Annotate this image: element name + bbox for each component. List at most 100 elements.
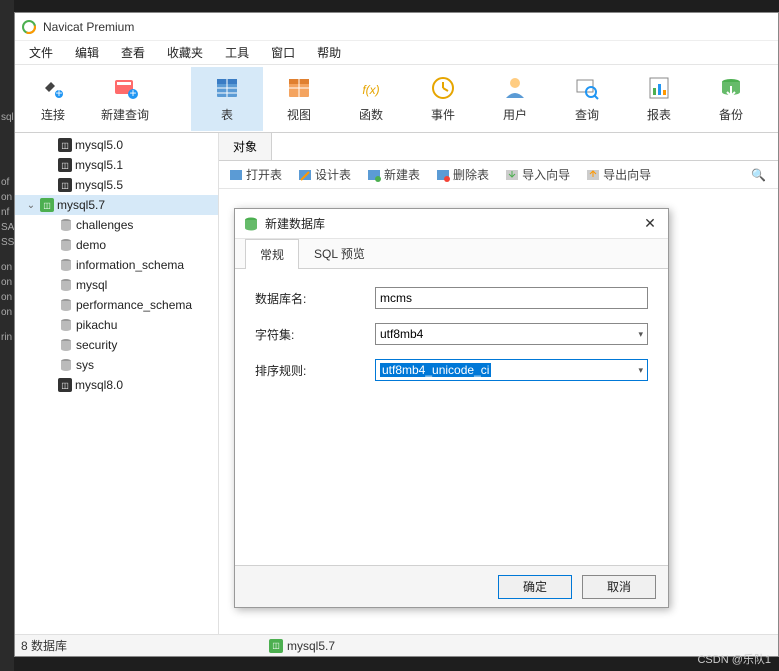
dialog-tab-general[interactable]: 常规 [245, 239, 299, 269]
navicat-logo-icon [21, 19, 37, 35]
content-tabs: 对象 [219, 133, 778, 161]
dialog-close-button[interactable]: ✕ [640, 214, 660, 234]
menu-file[interactable]: 文件 [19, 41, 63, 64]
watermark: CSDN @乐队1 [697, 651, 771, 667]
connection-icon: ◫ [58, 158, 72, 172]
database-icon [59, 318, 73, 332]
connection-icon: ◫ [58, 138, 72, 152]
titlebar: Navicat Premium [15, 13, 778, 41]
select-collation[interactable]: utf8mb4_unicode_ci ▾ [375, 359, 648, 381]
report-icon [645, 74, 673, 102]
btn-delete-table[interactable]: 删除表 [432, 164, 493, 185]
tree-conn-mysql50[interactable]: ◫mysql5.0 [15, 135, 218, 155]
dialog-footer: 确定 取消 [235, 565, 668, 607]
btn-import-wizard[interactable]: 导入向导 [501, 164, 574, 185]
database-icon [59, 338, 73, 352]
window-title: Navicat Premium [43, 20, 134, 34]
connection-tree[interactable]: ◫mysql5.0 ◫mysql5.1 ◫mysql5.5 ⌄◫mysql5.7… [15, 133, 219, 634]
input-db-name[interactable] [375, 287, 648, 309]
connection-active-icon: ◫ [269, 639, 283, 653]
export-icon [586, 168, 600, 182]
toolbar-function[interactable]: f(x) 函数 [335, 67, 407, 131]
status-connection: mysql5.7 [287, 639, 335, 653]
database-icon [59, 218, 73, 232]
toolbar-event[interactable]: 事件 [407, 67, 479, 131]
toolbar-user[interactable]: 用户 [479, 67, 551, 131]
backup-icon [717, 74, 745, 102]
menu-view[interactable]: 查看 [111, 41, 155, 64]
dialog-cancel-button[interactable]: 取消 [582, 575, 656, 599]
btn-export-wizard[interactable]: 导出向导 [582, 164, 655, 185]
tree-conn-mysql51[interactable]: ◫mysql5.1 [15, 155, 218, 175]
dialog-ok-button[interactable]: 确定 [498, 575, 572, 599]
toolbar-connect[interactable]: + 连接 [17, 67, 89, 131]
tree-conn-mysql57[interactable]: ⌄◫mysql5.7 [15, 195, 218, 215]
tree-db-information-schema[interactable]: information_schema [15, 255, 218, 275]
database-icon [59, 298, 73, 312]
dialog-title: 新建数据库 [265, 215, 640, 232]
tree-db-mysql[interactable]: mysql [15, 275, 218, 295]
dialog-tab-sql-preview[interactable]: SQL 预览 [299, 238, 380, 268]
statusbar: 8 数据库 ◫ mysql5.7 [15, 634, 778, 656]
database-icon [59, 278, 73, 292]
view-icon [285, 74, 313, 102]
search-icon[interactable]: 🔍 [751, 168, 772, 182]
content-tab-objects[interactable]: 对象 [219, 133, 272, 160]
new-query-icon: + [111, 74, 139, 102]
tree-db-performance-schema[interactable]: performance_schema [15, 295, 218, 315]
menu-favorites[interactable]: 收藏夹 [157, 41, 213, 64]
toolbar-backup[interactable]: 备份 [695, 67, 767, 131]
toolbar-new-query[interactable]: + 新建查询 [89, 67, 161, 131]
user-icon [501, 74, 529, 102]
new-database-dialog: 新建数据库 ✕ 常规 SQL 预览 数据库名: 字符集: utf8mb4 ▾ 排… [234, 208, 669, 608]
dialog-titlebar[interactable]: 新建数据库 ✕ [235, 209, 668, 239]
database-icon [59, 238, 73, 252]
tree-db-demo[interactable]: demo [15, 235, 218, 255]
select-charset[interactable]: utf8mb4 ▾ [375, 323, 648, 345]
database-icon [243, 216, 259, 232]
open-table-icon [229, 168, 243, 182]
delete-table-icon [436, 168, 450, 182]
btn-design-table[interactable]: 设计表 [294, 164, 355, 185]
menu-help[interactable]: 帮助 [307, 41, 351, 64]
tree-conn-mysql80[interactable]: ◫mysql8.0 [15, 375, 218, 395]
connection-icon: ◫ [58, 378, 72, 392]
database-icon [59, 258, 73, 272]
menu-tools[interactable]: 工具 [215, 41, 259, 64]
menu-window[interactable]: 窗口 [261, 41, 305, 64]
content-toolbar: 打开表 设计表 新建表 删除表 导入向导 导出向导 🔍 [219, 161, 778, 189]
btn-new-table[interactable]: 新建表 [363, 164, 424, 185]
connection-icon: ◫ [58, 178, 72, 192]
fx-icon: f(x) [357, 74, 385, 102]
tree-db-security[interactable]: security [15, 335, 218, 355]
clock-icon [429, 74, 457, 102]
label-collation: 排序规则: [255, 362, 375, 379]
import-icon [505, 168, 519, 182]
collapse-icon[interactable]: ⌄ [25, 200, 37, 211]
toolbar-view[interactable]: 视图 [263, 67, 335, 131]
new-table-icon [367, 168, 381, 182]
dialog-tabs: 常规 SQL 预览 [235, 239, 668, 269]
plug-icon: + [39, 74, 67, 102]
chevron-down-icon: ▾ [638, 329, 643, 340]
label-charset: 字符集: [255, 326, 375, 343]
tree-db-challenges[interactable]: challenges [15, 215, 218, 235]
chevron-down-icon: ▾ [638, 365, 643, 376]
table-icon [213, 74, 241, 102]
status-db-count: 8 数据库 [21, 637, 67, 654]
menu-edit[interactable]: 编辑 [65, 41, 109, 64]
toolbar-query[interactable]: 查询 [551, 67, 623, 131]
toolbar: + 连接 + 新建查询 表 视图 f(x) 函数 事件 用户 [15, 65, 778, 133]
tree-db-sys[interactable]: sys [15, 355, 218, 375]
tree-db-pikachu[interactable]: pikachu [15, 315, 218, 335]
svg-text:+: + [55, 86, 62, 100]
connection-active-icon: ◫ [40, 198, 54, 212]
svg-text:+: + [129, 86, 136, 100]
label-db-name: 数据库名: [255, 290, 375, 307]
design-table-icon [298, 168, 312, 182]
btn-open-table[interactable]: 打开表 [225, 164, 286, 185]
menubar: 文件 编辑 查看 收藏夹 工具 窗口 帮助 [15, 41, 778, 65]
tree-conn-mysql55[interactable]: ◫mysql5.5 [15, 175, 218, 195]
toolbar-table[interactable]: 表 [191, 67, 263, 131]
toolbar-report[interactable]: 报表 [623, 67, 695, 131]
